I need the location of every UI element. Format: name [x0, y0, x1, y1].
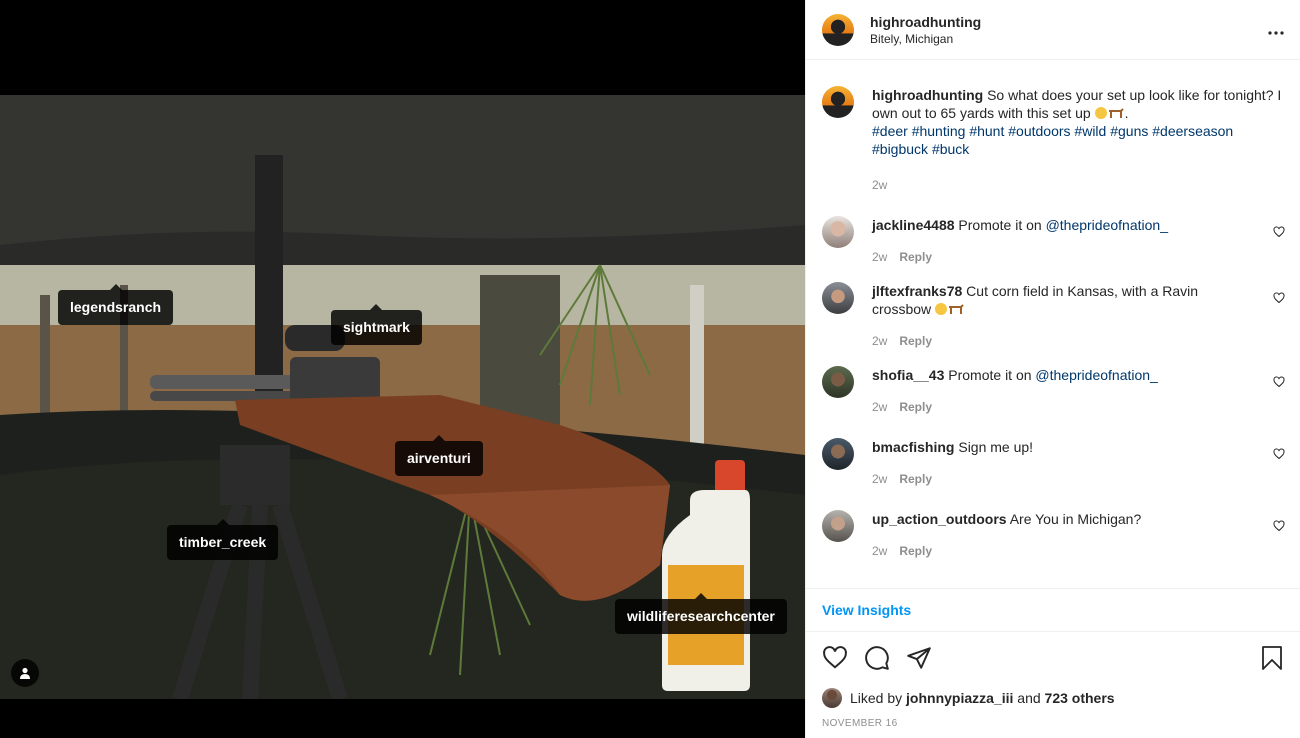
photo-tag-legendsranch[interactable]: legendsranch [58, 284, 174, 325]
caption-avatar[interactable] [822, 86, 854, 118]
comment-text: Are You in Michigan? [1009, 511, 1142, 527]
more-options-button[interactable] [1268, 19, 1284, 40]
user-tag-icon [20, 667, 30, 679]
comment-username[interactable]: jackline4488 [872, 217, 955, 233]
author-username[interactable]: highroadhunting [870, 14, 981, 30]
post-header: highroadhunting Bitely, Michigan [806, 0, 1300, 60]
comment-like-heart-icon[interactable] [1273, 292, 1285, 304]
comment-username[interactable]: shofia__43 [872, 367, 944, 383]
post-photo[interactable]: legendsranch sightmark airventuri timber… [0, 95, 805, 699]
share-icon[interactable] [906, 645, 932, 671]
hashtag-buck[interactable]: #buck [932, 141, 969, 157]
post-actions [822, 643, 1284, 673]
comment-item: jackline4488 Promote it on @theprideofna… [822, 216, 1285, 266]
comment-username[interactable]: jlftexfranks78 [872, 283, 962, 299]
reply-button[interactable]: Reply [899, 400, 932, 414]
comment-item: shofia__43 Promote it on @theprideofnati… [822, 366, 1285, 416]
comment-like-heart-icon[interactable] [1273, 448, 1285, 460]
likes-others[interactable]: 723 others [1045, 690, 1115, 706]
bookmark-icon[interactable] [1260, 645, 1284, 671]
emoji-smirk-deer [1094, 107, 1124, 119]
comment-avatar[interactable] [822, 282, 854, 314]
comment-item: up_action_outdoors Are You in Michigan? … [822, 510, 1285, 560]
hashtag-bigbuck[interactable]: #bigbuck [872, 141, 928, 157]
reply-button[interactable]: Reply [899, 250, 932, 264]
hashtag-deerseason[interactable]: #deerseason [1152, 123, 1233, 139]
photo-tag-airventuri[interactable]: airventuri [395, 435, 483, 476]
comment-item: bmacfishing Sign me up! 2w Reply [822, 438, 1285, 488]
liker-avatar[interactable] [822, 688, 842, 708]
likes-prefix: Liked by [850, 690, 903, 706]
photo-tag-timber-creek[interactable]: timber_creek [167, 519, 279, 560]
reply-button[interactable]: Reply [899, 334, 932, 348]
post-media: legendsranch sightmark airventuri timber… [0, 0, 805, 738]
comment-avatar[interactable] [822, 438, 854, 470]
likes-summary: Liked by johnnypiazza_iii and 723 others [822, 688, 1115, 708]
comment-username[interactable]: bmacfishing [872, 439, 954, 455]
comment-time[interactable]: 2w [872, 472, 887, 486]
comment-mention[interactable]: @theprideofnation_ [1035, 367, 1157, 383]
hashtag-hunting[interactable]: #hunting [912, 123, 966, 139]
hashtag-wild[interactable]: #wild [1074, 123, 1106, 139]
comment-like-heart-icon[interactable] [1273, 226, 1285, 238]
likes-joiner: and [1017, 690, 1041, 706]
comment-like-heart-icon[interactable] [1273, 376, 1285, 388]
view-insights-link[interactable]: View Insights [806, 588, 1300, 632]
comment-text: Promote it on [958, 217, 1046, 233]
post-date[interactable]: NOVEMBER 16 [822, 718, 898, 729]
more-horizontal-icon [1268, 31, 1284, 35]
author-avatar[interactable] [822, 13, 854, 46]
comment-username[interactable]: up_action_outdoors [872, 511, 1007, 527]
reply-button[interactable]: Reply [899, 544, 932, 558]
caption-username[interactable]: highroadhunting [872, 87, 983, 103]
comment-avatar[interactable] [822, 366, 854, 398]
comment-text: Promote it on [948, 367, 1036, 383]
comment-like-heart-icon[interactable] [1273, 520, 1285, 532]
comment-time[interactable]: 2w [872, 400, 887, 414]
hashtag-hunt[interactable]: #hunt [969, 123, 1004, 139]
hashtag-guns[interactable]: #guns [1110, 123, 1148, 139]
heart-icon[interactable] [822, 645, 848, 671]
comment-mention[interactable]: @theprideofnation_ [1046, 217, 1168, 233]
caption-time[interactable]: 2w [872, 178, 887, 192]
reply-button[interactable]: Reply [899, 472, 932, 486]
hashtag-outdoors[interactable]: #outdoors [1008, 123, 1070, 139]
post-side-panel: highroadhunting Bitely, Michigan highroa… [805, 0, 1300, 738]
comment-time[interactable]: 2w [872, 250, 887, 264]
hashtag-deer[interactable]: #deer [872, 123, 908, 139]
comment-text: Sign me up! [958, 439, 1034, 455]
comment-time[interactable]: 2w [872, 544, 887, 558]
photo-tag-wildliferesearchcenter[interactable]: wildliferesearchcenter [615, 593, 787, 634]
comment-avatar[interactable] [822, 216, 854, 248]
user-tag-button[interactable] [11, 659, 39, 687]
emoji-deer [935, 303, 964, 315]
comment-avatar[interactable] [822, 510, 854, 542]
comment-time[interactable]: 2w [872, 334, 887, 348]
post-location[interactable]: Bitely, Michigan [870, 32, 981, 46]
comment-item: jlftexfranks78 Cut corn field in Kansas,… [822, 282, 1285, 350]
liker-username[interactable]: johnnypiazza_iii [906, 690, 1013, 706]
post-caption: highroadhunting So what does your set up… [822, 86, 1285, 194]
photo-tag-sightmark[interactable]: sightmark [331, 304, 422, 345]
comments-list[interactable]: highroadhunting So what does your set up… [806, 72, 1300, 587]
comment-icon[interactable] [864, 645, 890, 671]
